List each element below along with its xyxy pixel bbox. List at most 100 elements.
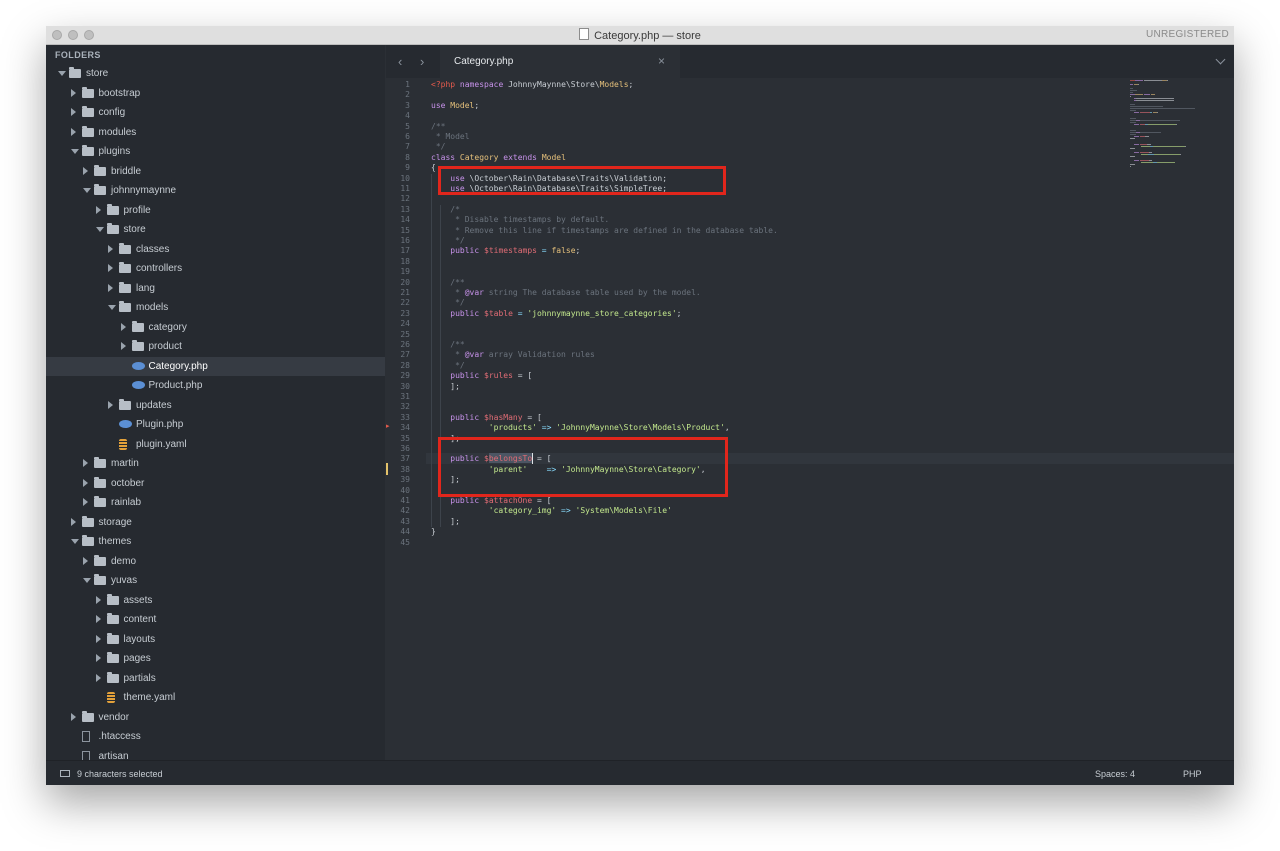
disclosure-closed-icon[interactable] [95, 654, 101, 662]
disclosure-closed-icon[interactable] [95, 673, 101, 682]
code-line[interactable]: /** [431, 278, 464, 287]
tree-item-october[interactable]: october [46, 474, 385, 494]
tree-item-plugin-php[interactable]: Plugin.php [46, 415, 385, 435]
disclosure-open-icon[interactable] [58, 71, 66, 76]
tree-item-product[interactable]: product [46, 337, 385, 357]
tree-item-themes[interactable]: themes [46, 532, 385, 552]
tree-item-lang[interactable]: lang [46, 279, 385, 299]
disclosure-closed-icon[interactable] [83, 498, 88, 506]
tree-item-partials[interactable]: partials [46, 669, 385, 689]
disclosure-closed-icon[interactable] [108, 244, 113, 253]
tree-item-models[interactable]: models [46, 298, 385, 318]
disclosure-open-icon[interactable] [108, 305, 116, 310]
code-line[interactable]: * Model [431, 132, 470, 141]
code-line[interactable]: * @var array Validation rules [431, 350, 595, 359]
disclosure-closed-icon[interactable] [108, 283, 113, 292]
disclosure-closed-icon[interactable] [120, 322, 126, 331]
code-line[interactable]: public $timestamps = false; [431, 246, 580, 255]
tree-item-plugin-yaml[interactable]: plugin.yaml [46, 435, 385, 455]
code-line[interactable]: /** [431, 340, 464, 349]
tree-item-pages[interactable]: pages [46, 649, 385, 669]
tree-item-config[interactable]: config [46, 103, 385, 123]
disclosure-open-icon[interactable] [70, 149, 79, 154]
forward-button[interactable]: › [420, 54, 424, 69]
code-line[interactable]: public $rules = [ [431, 371, 532, 380]
disclosure-open-icon[interactable] [70, 539, 79, 544]
disclosure-closed-icon[interactable] [108, 264, 113, 272]
disclosure-open-icon[interactable] [83, 578, 91, 583]
disclosure-closed-icon[interactable] [108, 400, 113, 409]
tree-item-plugins[interactable]: plugins [46, 142, 385, 162]
tree-item-vendor[interactable]: vendor [46, 708, 385, 728]
code-line[interactable]: * @var string The database table used by… [431, 288, 701, 297]
disclosure-closed-icon[interactable] [70, 712, 76, 721]
code-line[interactable]: public $table = 'johnnymaynne_store_cate… [431, 309, 681, 318]
code-line[interactable]: /* [431, 205, 460, 214]
code-line[interactable]: /** [431, 122, 445, 131]
minimap[interactable] [1128, 78, 1234, 188]
tree-item-rainlab[interactable]: rainlab [46, 493, 385, 513]
disclosure-closed-icon[interactable] [83, 166, 88, 175]
disclosure-closed-icon[interactable] [70, 517, 76, 526]
code-line[interactable]: } [431, 527, 436, 536]
disclosure-open-icon[interactable] [95, 227, 104, 232]
tree-item-store[interactable]: store [46, 220, 385, 240]
tree-item-bootstrap[interactable]: bootstrap [46, 84, 385, 104]
tree-item-layouts[interactable]: layouts [46, 630, 385, 650]
code-line[interactable]: 'category_img' => 'System\Models\File' [431, 506, 672, 515]
disclosure-closed-icon[interactable] [95, 634, 101, 643]
tree-item-store[interactable]: store [46, 64, 385, 84]
indentation-status[interactable]: Spaces: 4 [1095, 769, 1135, 779]
code-line[interactable]: ]; [431, 517, 460, 526]
tree-item-profile[interactable]: profile [46, 201, 385, 221]
tree-item-updates[interactable]: updates [46, 396, 385, 416]
tree-item-yuvas[interactable]: yuvas [46, 571, 385, 591]
panel-toggle-icon[interactable] [60, 770, 70, 777]
tree-item-controllers[interactable]: controllers [46, 259, 385, 279]
tree-item-modules[interactable]: modules [46, 123, 385, 143]
code-line[interactable]: public $attachOne = [ [431, 496, 551, 505]
tree-item-category[interactable]: category [46, 318, 385, 338]
code-line[interactable]: */ [431, 298, 465, 307]
code-line[interactable]: * Disable timestamps by default. [431, 215, 609, 224]
disclosure-closed-icon[interactable] [83, 478, 88, 487]
code-line[interactable]: */ [431, 142, 446, 151]
tree-item-demo[interactable]: demo [46, 552, 385, 572]
disclosure-closed-icon[interactable] [70, 88, 76, 97]
tree-item-storage[interactable]: storage [46, 513, 385, 533]
code-line[interactable]: use Model; [431, 101, 479, 110]
disclosure-closed-icon[interactable] [95, 615, 101, 623]
tree-item-martin[interactable]: martin [46, 454, 385, 474]
tree-item-content[interactable]: content [46, 610, 385, 630]
code-editor[interactable]: ▸ 1 <?php namespace JohnnyMaynne\Store\Mod… [386, 78, 1234, 760]
code-line[interactable]: */ [431, 236, 465, 245]
code-line[interactable]: ]; [431, 382, 460, 391]
code-line[interactable]: <?php namespace JohnnyMaynne\Store\Model… [431, 80, 633, 89]
chevron-down-icon[interactable] [1217, 56, 1225, 64]
code-line[interactable]: */ [431, 361, 465, 370]
tree-item-johnnymaynne[interactable]: johnnymaynne [46, 181, 385, 201]
tree-item-theme-yaml[interactable]: theme.yaml [46, 688, 385, 708]
tree-item-assets[interactable]: assets [46, 591, 385, 611]
disclosure-closed-icon[interactable] [70, 127, 76, 136]
tree-item-htaccess[interactable]: .htaccess [46, 727, 385, 747]
syntax-status[interactable]: PHP [1183, 769, 1202, 779]
disclosure-closed-icon[interactable] [70, 108, 76, 116]
code-line[interactable]: class Category extends Model [431, 153, 566, 162]
disclosure-closed-icon[interactable] [83, 459, 88, 467]
tree-item-category-php[interactable]: Category.php [46, 356, 385, 376]
disclosure-closed-icon[interactable] [95, 595, 101, 604]
back-button[interactable]: ‹ [398, 54, 402, 69]
tree-item-briddle[interactable]: briddle [46, 162, 385, 182]
code-line[interactable]: * Remove this line if timestamps are def… [431, 226, 778, 235]
code-line[interactable]: { [431, 163, 436, 172]
code-line[interactable]: 'products' => 'JohnnyMaynne\Store\Models… [431, 423, 730, 432]
disclosure-closed-icon[interactable] [83, 556, 88, 565]
tab-close-icon[interactable]: × [658, 54, 665, 68]
disclosure-closed-icon[interactable] [120, 342, 126, 350]
disclosure-closed-icon[interactable] [95, 205, 101, 214]
disclosure-open-icon[interactable] [83, 188, 91, 193]
tree-item-artisan[interactable]: artisan [46, 747, 385, 760]
tab-category-php[interactable]: Category.php × [440, 45, 680, 79]
tree-item-classes[interactable]: classes [46, 240, 385, 260]
